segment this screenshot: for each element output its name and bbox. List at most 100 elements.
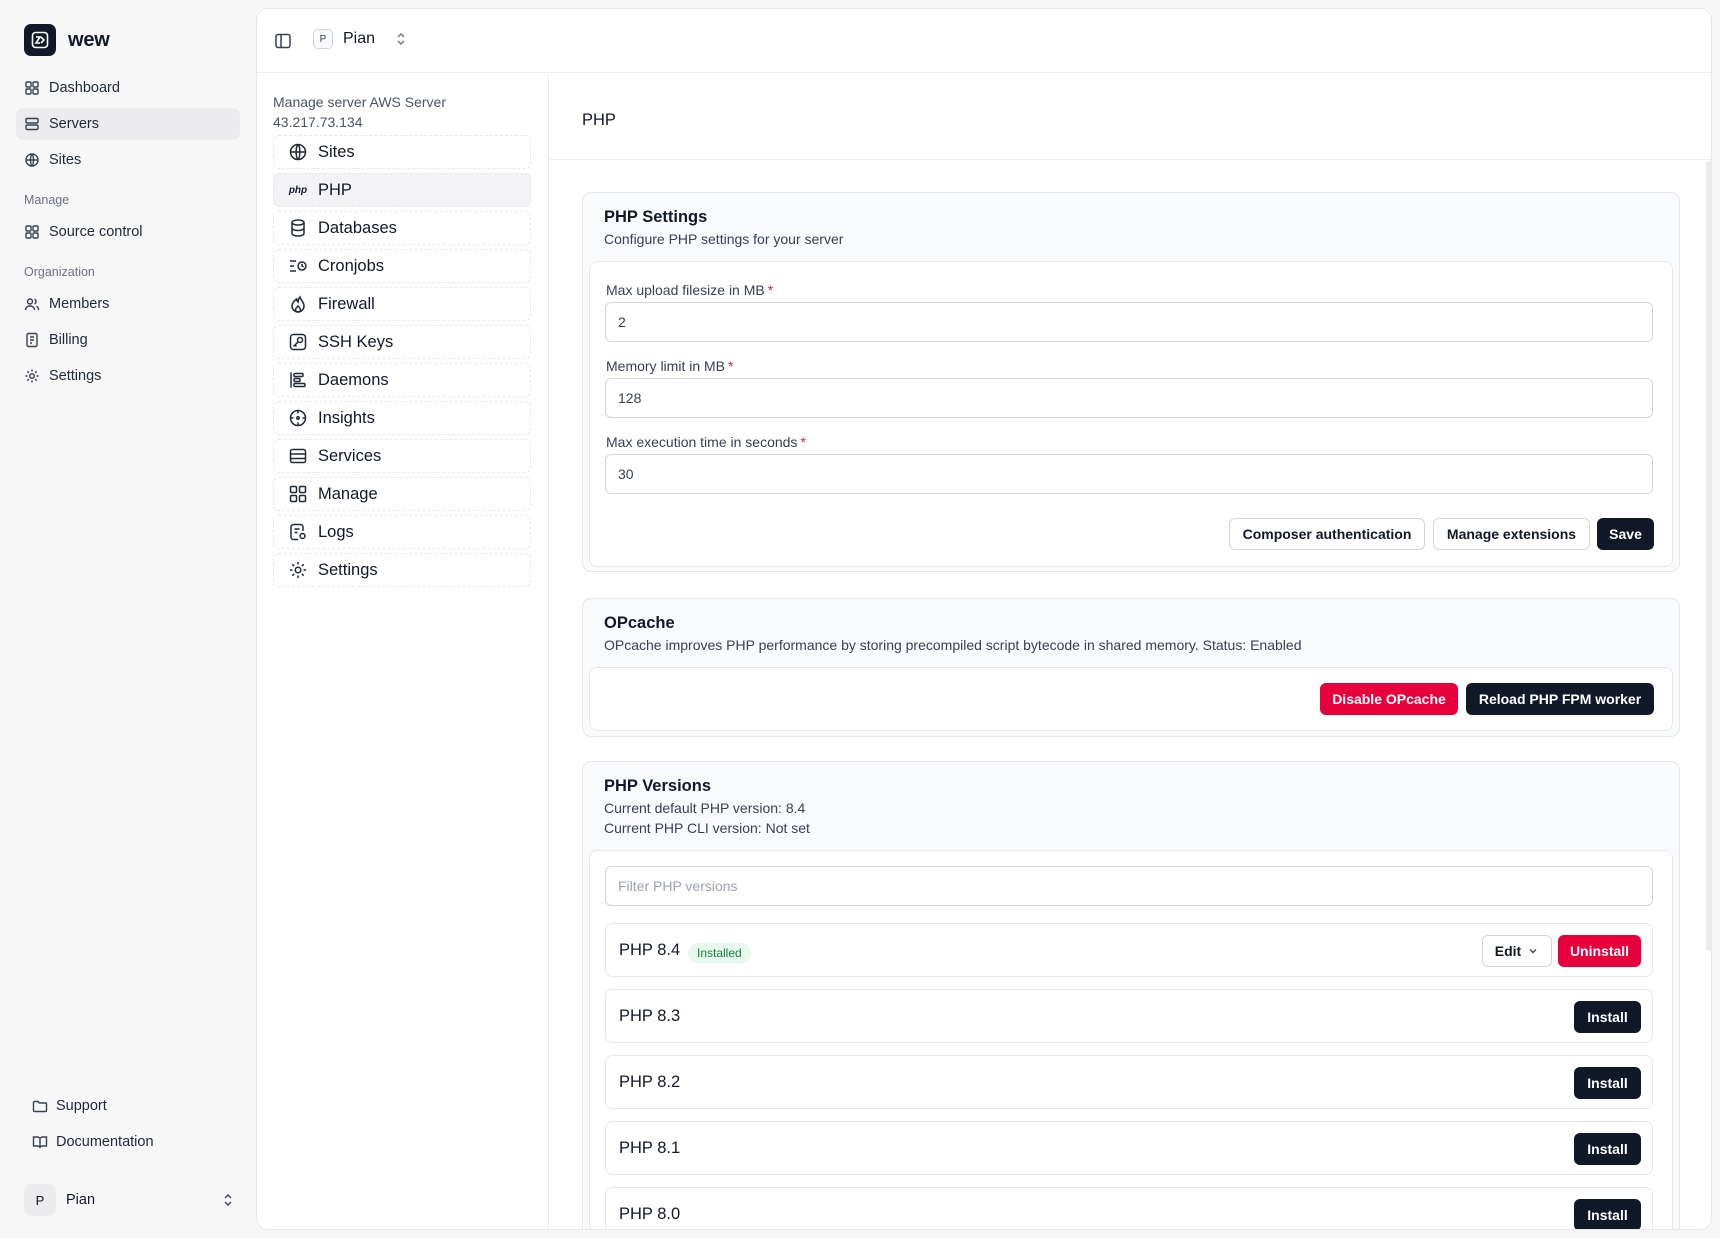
sidebar-item-members[interactable]: Members	[16, 288, 240, 320]
main-panel: P Pian Manage server AWS Server 43.217.7…	[256, 8, 1712, 1230]
subnav-item-cronjobs[interactable]: Cronjobs	[273, 249, 531, 283]
required-marker: *	[800, 434, 806, 450]
project-badge: P	[313, 29, 333, 49]
subnav-item-firewall[interactable]: Firewall	[273, 287, 531, 321]
subnav-item-label: Insights	[318, 408, 375, 427]
field-label-memory-limit: Memory limit in MB *	[606, 358, 733, 374]
subnav-item-label: Services	[318, 446, 382, 465]
subnav-item-insights[interactable]: Insights	[273, 401, 531, 435]
scrollbar[interactable]	[1706, 161, 1711, 951]
users-icon	[24, 298, 40, 311]
subnav-item-ssh-keys[interactable]: SSH Keys	[273, 325, 531, 359]
database-icon	[291, 219, 305, 237]
brand[interactable]: wew	[24, 24, 110, 56]
install-button[interactable]: Install	[1574, 1199, 1641, 1229]
version-name: PHP 8.1	[619, 1139, 681, 1157]
sidebar-toggle-button[interactable]	[273, 31, 293, 51]
card-description: Configure PHP settings for your server	[604, 231, 844, 247]
install-button[interactable]: Install	[1574, 1001, 1641, 1033]
manage-extensions-button[interactable]: Manage extensions	[1433, 518, 1590, 550]
footer-item-label: Support	[56, 1098, 107, 1114]
opcache-actions: Disable OPcache Reload PHP FPM worker	[589, 667, 1673, 731]
sidebar-item-sites[interactable]: Sites	[16, 144, 240, 176]
sidebar-item-label: Settings	[49, 368, 102, 384]
subnav-item-settings[interactable]: Settings	[273, 553, 531, 587]
sidebar-footer-support[interactable]: Support	[32, 1092, 107, 1120]
content-area: PHP PHP Settings Configure PHP settings …	[550, 74, 1711, 1229]
php-icon: php	[288, 184, 308, 196]
card-description: OPcache improves PHP performance by stor…	[604, 637, 1302, 653]
version-name: PHP 8.3	[619, 1007, 681, 1025]
grid-icon	[25, 225, 39, 239]
filter-php-versions-input[interactable]	[605, 866, 1653, 906]
uninstall-button[interactable]: Uninstall	[1558, 935, 1641, 967]
subnav-item-label: PHP	[318, 180, 352, 199]
insights-icon	[289, 409, 307, 427]
flame-icon	[291, 295, 305, 313]
composer-authentication-button[interactable]: Composer authentication	[1229, 518, 1425, 550]
sidebar-item-dashboard[interactable]: Dashboard	[16, 72, 240, 104]
subnav-item-sites[interactable]: Sites	[273, 135, 531, 169]
sidebar-item-billing[interactable]: Billing	[16, 324, 240, 356]
globe-icon	[25, 153, 39, 167]
user-menu[interactable]: P Pian	[24, 1184, 236, 1216]
sidebar-item-label: Servers	[49, 116, 99, 132]
subnav-item-daemons[interactable]: Daemons	[273, 363, 531, 397]
globe-icon	[289, 143, 307, 161]
required-marker: *	[728, 358, 734, 374]
sidebar-group-organization: Organization	[24, 265, 95, 279]
subnav-item-label: Databases	[318, 218, 397, 237]
daemons-icon	[290, 372, 306, 388]
subnav-item-logs[interactable]: Logs	[273, 515, 531, 549]
server-icon	[25, 117, 39, 131]
sidebar-item-source-control[interactable]: Source control	[16, 216, 240, 248]
version-row-php-8-2: PHP 8.2 Install	[605, 1055, 1653, 1109]
grid-icon	[25, 81, 39, 95]
chevrons-up-down-icon	[397, 33, 405, 45]
subnav-item-databases[interactable]: Databases	[273, 211, 531, 245]
sidebar-footer-documentation[interactable]: Documentation	[32, 1128, 154, 1156]
subnav-item-php[interactable]: php PHP	[273, 173, 531, 207]
max-upload-input[interactable]	[605, 302, 1653, 342]
project-name: Pian	[343, 30, 376, 47]
sidebar-toggle-icon	[275, 33, 291, 49]
version-row-php-8-0: PHP 8.0 Install	[605, 1187, 1653, 1229]
subnav-item-services[interactable]: Services	[273, 439, 531, 473]
reload-php-fpm-button[interactable]: Reload PHP FPM worker	[1466, 683, 1654, 715]
card-title: PHP Versions	[604, 777, 712, 795]
topbar: P Pian	[257, 9, 1711, 73]
save-button[interactable]: Save	[1597, 518, 1654, 550]
field-label-text: Max upload filesize in MB	[606, 282, 765, 298]
required-marker: *	[767, 282, 774, 298]
version-name: PHP 8.0	[619, 1205, 681, 1223]
server-name: Manage server AWS Server	[273, 94, 446, 110]
sidebar-item-label: Billing	[49, 332, 88, 348]
project-switcher[interactable]: P Pian	[313, 29, 409, 49]
default-php-version: Current default PHP version: 8.4	[604, 800, 806, 816]
disable-opcache-button[interactable]: Disable OPcache	[1320, 683, 1458, 715]
sidebar-item-servers[interactable]: Servers	[16, 108, 240, 140]
subnav-item-label: Daemons	[318, 370, 389, 389]
subnav-item-manage[interactable]: Manage	[273, 477, 531, 511]
server-title: Manage server AWS Server 43.217.73.134	[273, 92, 533, 132]
install-button[interactable]: Install	[1574, 1067, 1641, 1099]
memory-limit-input[interactable]	[605, 378, 1653, 418]
subnav-item-label: Cronjobs	[318, 256, 385, 275]
user-name: Pian	[66, 1192, 96, 1208]
server-ip: 43.217.73.134	[273, 114, 363, 130]
subnav-item-label: Manage	[318, 484, 378, 503]
version-row-php-8-1: PHP 8.1 Install	[605, 1121, 1653, 1175]
logs-icon	[290, 523, 306, 541]
sidebar-item-label: Sites	[49, 152, 82, 168]
card-title: PHP Settings	[604, 208, 708, 226]
chevron-down-icon	[1529, 949, 1537, 954]
subnav-item-label: Sites	[318, 142, 355, 161]
gear-icon	[290, 562, 306, 578]
max-execution-input[interactable]	[605, 454, 1653, 494]
edit-label: Edit	[1494, 943, 1522, 959]
services-icon	[289, 448, 307, 464]
install-button[interactable]: Install	[1574, 1133, 1641, 1165]
edit-dropdown-button[interactable]: Edit	[1482, 935, 1552, 967]
sidebar-item-label: Members	[49, 296, 110, 312]
sidebar-item-settings[interactable]: Settings	[16, 360, 240, 392]
